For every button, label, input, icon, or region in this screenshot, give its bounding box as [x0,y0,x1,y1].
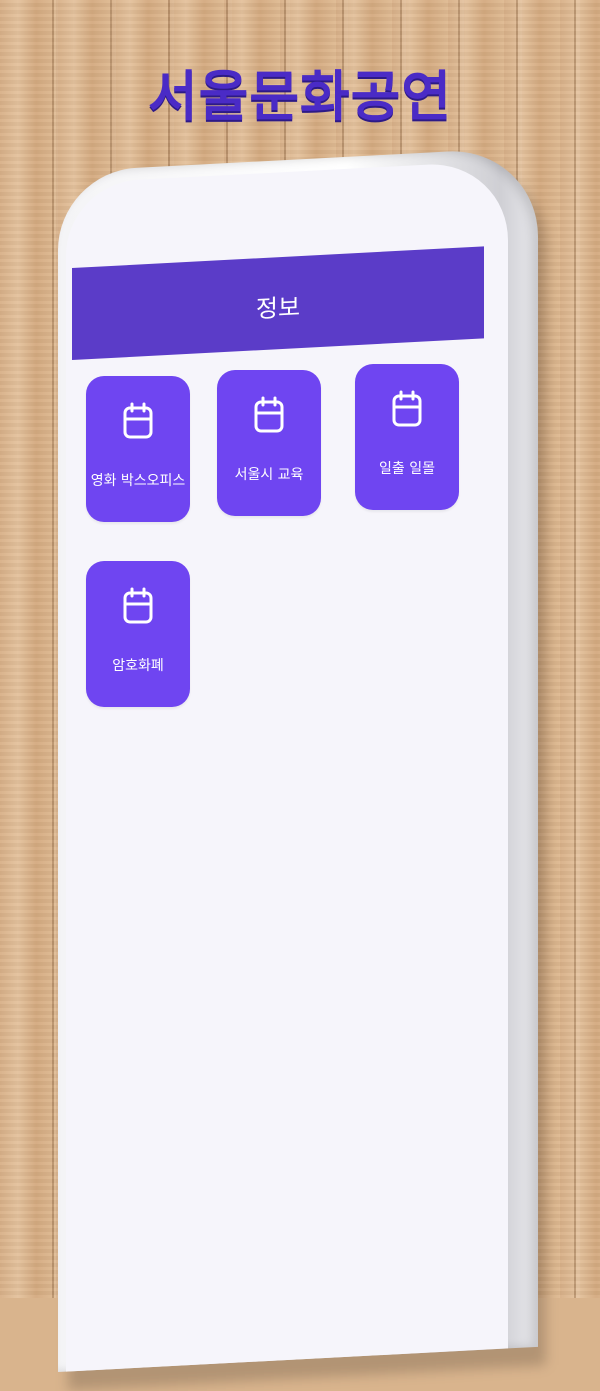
menu-item-sunrise-sunset[interactable]: 일출 일몰 [355,364,459,510]
menu-item-box-office[interactable]: 영화 박스오피스 [86,376,190,522]
calendar-icon [123,402,153,439]
menu-item-label: 암호화폐 [112,658,164,674]
menu-item-label: 일출 일몰 [379,461,435,477]
menu-item-label: 서울시 교육 [234,467,304,483]
calendar-icon [123,587,153,624]
calendar-icon [254,396,284,433]
menu-item-label: 영화 박스오피스 [90,473,186,489]
calendar-icon [392,390,422,427]
menu-item-cryptocurrency[interactable]: 암호화폐 [86,561,190,707]
menu-item-seoul-education[interactable]: 서울시 교육 [217,370,321,516]
promo-title: 서울문화공연 [147,65,453,128]
app-bar-title: 정보 [255,292,301,323]
